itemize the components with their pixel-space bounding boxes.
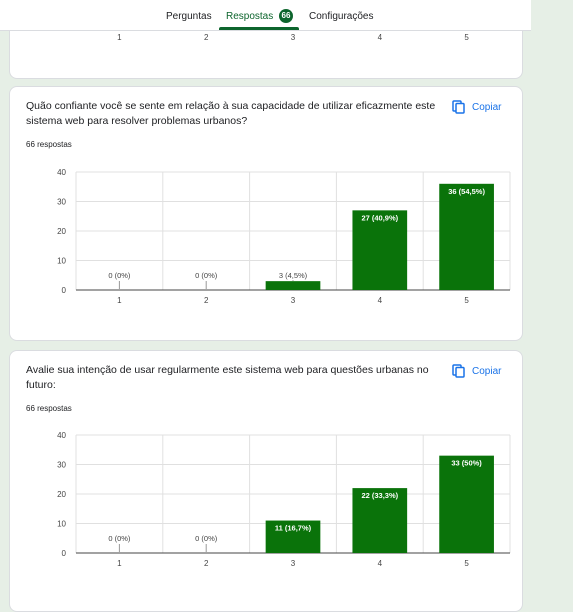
data-label: 33 (50%) [451,459,482,468]
x-tick-label: 5 [464,559,469,568]
question-card-intention: Avalie sua intenção de usar regularmente… [9,350,523,612]
x-tick-label: 4 [378,296,383,305]
x-tick-label: 1 [117,559,122,568]
bar-chart-confidence: 0 10 20 30 40 1 0 (0%) 2 0 (0%) 3 3 (4,5%) 4 27 (40,… [57,168,511,305]
x-tick-label: 2 [204,296,209,305]
data-label: 0 (0%) [108,534,131,543]
x-tick-label: 3 [291,296,296,305]
x-tick-label: 5 [464,296,469,305]
data-label: 0 (0%) [195,534,218,543]
bar [439,183,494,290]
y-tick-label: 30 [57,198,66,207]
x-tick-label: 2 [204,559,209,568]
x-tick-label: 1 [117,296,122,305]
tab-perguntas[interactable]: Perguntas [166,11,212,22]
question-card-confidence: Quão confiante você se sente em relação … [9,86,523,341]
y-tick-label: 40 [57,431,66,440]
x-tick-label: 3 [291,33,296,42]
bar [265,281,321,290]
data-label: 27 (40,9%) [361,213,398,222]
x-tick-label: 3 [291,559,296,568]
y-tick-label: 10 [57,257,66,266]
responses-count-badge: 66 [279,9,293,23]
tab-respostas[interactable]: Respostas [226,11,273,22]
tab-configuracoes[interactable]: Configurações [309,11,373,22]
data-label: 36 (54,5%) [448,187,485,196]
bar-chart-intention: 0 10 20 30 40 1 0 (0%) 2 0 (0%) 3 11 (16,7%) 4 22 (3… [57,431,511,568]
x-tick-label: 4 [378,559,383,568]
y-tick-label: 20 [57,227,66,236]
y-tick-label: 30 [57,461,66,470]
data-label: 0 (0%) [108,271,131,280]
y-tick-label: 20 [57,490,66,499]
y-tick-label: 0 [62,286,67,295]
data-label: 0 (0%) [195,271,218,280]
y-tick-label: 10 [57,520,66,529]
y-tick-label: 0 [62,549,67,558]
active-tab-indicator [219,27,299,30]
x-tick-label: 1 [117,33,122,42]
top-tab-bar: Perguntas Respostas 66 Configurações [0,0,531,31]
x-tick-label: 5 [464,33,469,42]
x-tick-label: 2 [204,33,209,42]
x-tick-label: 4 [378,33,383,42]
bar [439,455,494,553]
data-label: 22 (33,3%) [361,491,398,500]
data-label: 3 (4,5%) [279,271,308,280]
data-label: 11 (16,7%) [275,524,312,533]
y-tick-label: 40 [57,168,66,177]
